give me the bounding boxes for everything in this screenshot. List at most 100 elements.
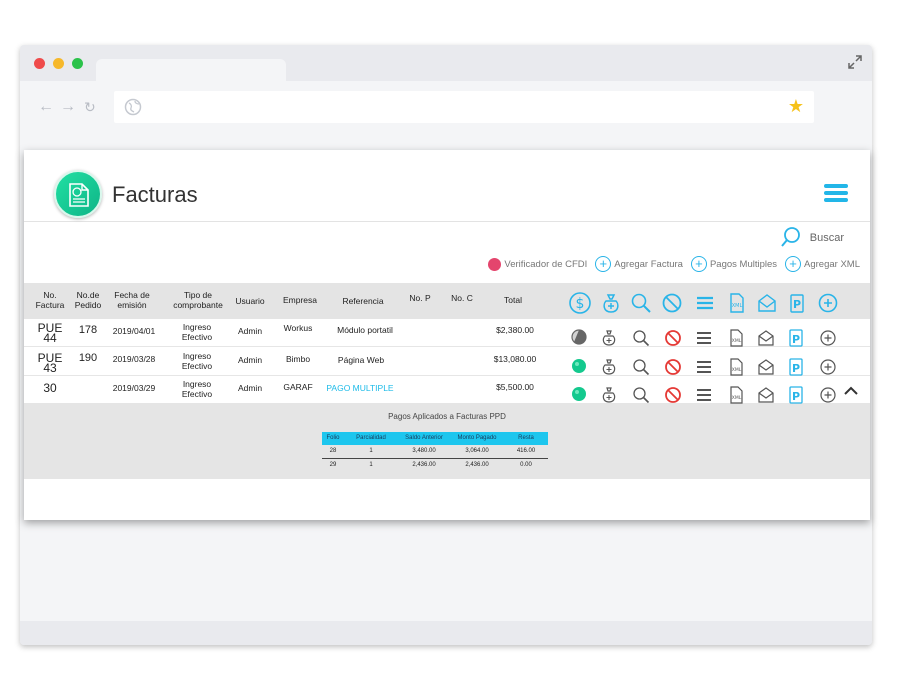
cell-tipo: Ingreso Efectivo xyxy=(181,379,213,399)
money-bag-icon[interactable] xyxy=(600,358,618,376)
cell-fecha: 2019/04/01 xyxy=(112,326,156,336)
search-label[interactable]: Buscar xyxy=(810,232,844,244)
cancel-icon[interactable] xyxy=(664,358,682,376)
header-tipo: Tipo de comprobante xyxy=(173,290,223,310)
cancel-icon[interactable] xyxy=(664,329,682,347)
forward-arrow-icon[interactable]: → xyxy=(60,99,76,115)
bookmark-star-icon[interactable]: ★ xyxy=(788,97,804,115)
invoice-logo-icon xyxy=(54,170,102,218)
cell-fecha: 2019/03/29 xyxy=(112,383,156,393)
maximize-window-button[interactable] xyxy=(72,58,83,69)
xml-file-icon[interactable]: XML xyxy=(727,329,745,347)
payment-status-icon xyxy=(572,359,586,373)
back-arrow-icon[interactable]: ← xyxy=(38,99,54,115)
search-control[interactable]: Buscar xyxy=(780,227,844,248)
add-invoice-label: Agregar Factura xyxy=(614,258,683,270)
cell-empresa: Bimbo xyxy=(285,354,311,364)
ppd-payments-header: Folio Parcialidad Saldo Anterior Monto P… xyxy=(322,432,548,445)
add-circle-icon[interactable] xyxy=(819,329,837,347)
search-icon[interactable] xyxy=(632,358,650,376)
sub-header-folio: Folio xyxy=(326,435,340,441)
cell-factura: 30 xyxy=(43,381,57,395)
sub-cell: 28 xyxy=(329,448,337,454)
cell-factura: PUE 43 xyxy=(37,351,63,375)
globe-icon xyxy=(124,98,142,116)
parking-icon[interactable]: P xyxy=(787,386,805,404)
parking-icon[interactable]: P xyxy=(787,358,805,376)
header-no-c: No. C xyxy=(451,293,473,303)
navigation-bar: ← → ↻ ★ xyxy=(20,81,872,133)
cell-usuario: Admin xyxy=(237,355,263,365)
minimize-window-button[interactable] xyxy=(53,58,64,69)
parking-icon[interactable]: P xyxy=(787,329,805,347)
title-bar xyxy=(20,45,872,81)
chevron-up-icon[interactable] xyxy=(842,382,860,400)
envelope-icon[interactable] xyxy=(757,329,775,347)
add-circle-icon[interactable] xyxy=(819,358,837,376)
add-circle-icon[interactable] xyxy=(817,292,839,314)
ppd-payment-row: 29 1 2,436.00 2,436.00 0.00 xyxy=(322,459,548,473)
close-window-button[interactable] xyxy=(34,58,45,69)
search-icon[interactable] xyxy=(780,226,802,248)
cell-referencia-link[interactable]: PAGO MULTIPLE xyxy=(324,383,396,393)
cfdi-verifier-button[interactable]: Verificador de CFDI xyxy=(488,257,587,271)
search-icon[interactable] xyxy=(630,292,652,314)
svg-text:XML: XML xyxy=(732,367,742,373)
cell-referencia: Módulo portatil xyxy=(337,325,393,335)
money-bag-icon[interactable] xyxy=(600,386,618,404)
reload-icon[interactable]: ↻ xyxy=(84,99,96,115)
cell-empresa: GARAF xyxy=(283,382,313,392)
plus-circle-icon: + xyxy=(690,256,707,272)
ppd-payments-table: Folio Parcialidad Saldo Anterior Monto P… xyxy=(322,432,548,473)
menu-icon[interactable] xyxy=(824,184,848,204)
action-bar: Verificador de CFDI + Agregar Factura + … xyxy=(488,254,860,274)
cell-fecha: 2019/03/28 xyxy=(112,354,156,364)
sub-header-resta: Resta xyxy=(518,435,534,441)
list-icon[interactable] xyxy=(695,329,713,347)
sub-cell: 2,436.00 xyxy=(465,462,489,468)
cfdi-verifier-icon xyxy=(488,257,502,271)
ppd-payment-row: 28 1 3,480.00 3,064.00 416.00 xyxy=(322,445,548,459)
multiple-payments-button[interactable]: + Pagos Multiples xyxy=(690,256,778,272)
envelope-icon[interactable] xyxy=(757,358,775,376)
money-bag-icon[interactable] xyxy=(600,329,618,347)
add-invoice-button[interactable]: + Agregar Factura xyxy=(595,256,683,272)
money-bag-icon[interactable] xyxy=(600,292,622,314)
list-icon[interactable] xyxy=(695,386,713,404)
dollar-circle-icon[interactable]: $ xyxy=(569,292,591,314)
svg-text:P: P xyxy=(792,333,800,346)
svg-text:XML: XML xyxy=(732,338,742,344)
cancel-icon[interactable] xyxy=(664,386,682,404)
xml-file-icon[interactable]: XML xyxy=(727,358,745,376)
envelope-icon[interactable] xyxy=(757,386,775,404)
search-icon[interactable] xyxy=(632,386,650,404)
multiple-payments-label: Pagos Multiples xyxy=(709,258,778,270)
svg-text:$: $ xyxy=(576,296,585,312)
xml-file-icon[interactable]: XML xyxy=(726,292,748,314)
fullscreen-icon[interactable] xyxy=(848,55,862,69)
list-icon[interactable] xyxy=(695,358,713,376)
ppd-payments-title: Pagos Aplicados a Facturas PPD xyxy=(388,412,506,421)
xml-file-icon[interactable]: XML xyxy=(727,386,745,404)
add-xml-label: Agregar XML xyxy=(804,258,860,270)
invoices-panel: Facturas Buscar Verificador de CFDI + Ag… xyxy=(24,150,870,520)
cancel-icon[interactable] xyxy=(661,292,683,314)
payment-status-icon xyxy=(571,329,587,345)
list-icon[interactable] xyxy=(694,292,716,314)
search-icon[interactable] xyxy=(632,329,650,347)
sub-cell: 1 xyxy=(369,448,373,454)
browser-tab[interactable] xyxy=(96,59,286,81)
cell-usuario: Admin xyxy=(237,326,263,336)
svg-text:P: P xyxy=(792,362,800,375)
parking-icon[interactable]: P xyxy=(786,292,808,314)
sub-cell: 2,436.00 xyxy=(412,462,436,468)
add-xml-button[interactable]: + Agregar XML xyxy=(785,256,860,272)
plus-circle-icon: + xyxy=(785,256,802,272)
address-bar[interactable]: ★ xyxy=(114,91,814,123)
cell-factura: PUE 44 xyxy=(37,321,63,345)
envelope-icon[interactable] xyxy=(756,292,778,314)
cell-pedido: 178 xyxy=(78,324,98,336)
cell-pedido: 190 xyxy=(78,352,98,364)
add-circle-icon[interactable] xyxy=(819,386,837,404)
sub-cell: 29 xyxy=(329,462,337,468)
